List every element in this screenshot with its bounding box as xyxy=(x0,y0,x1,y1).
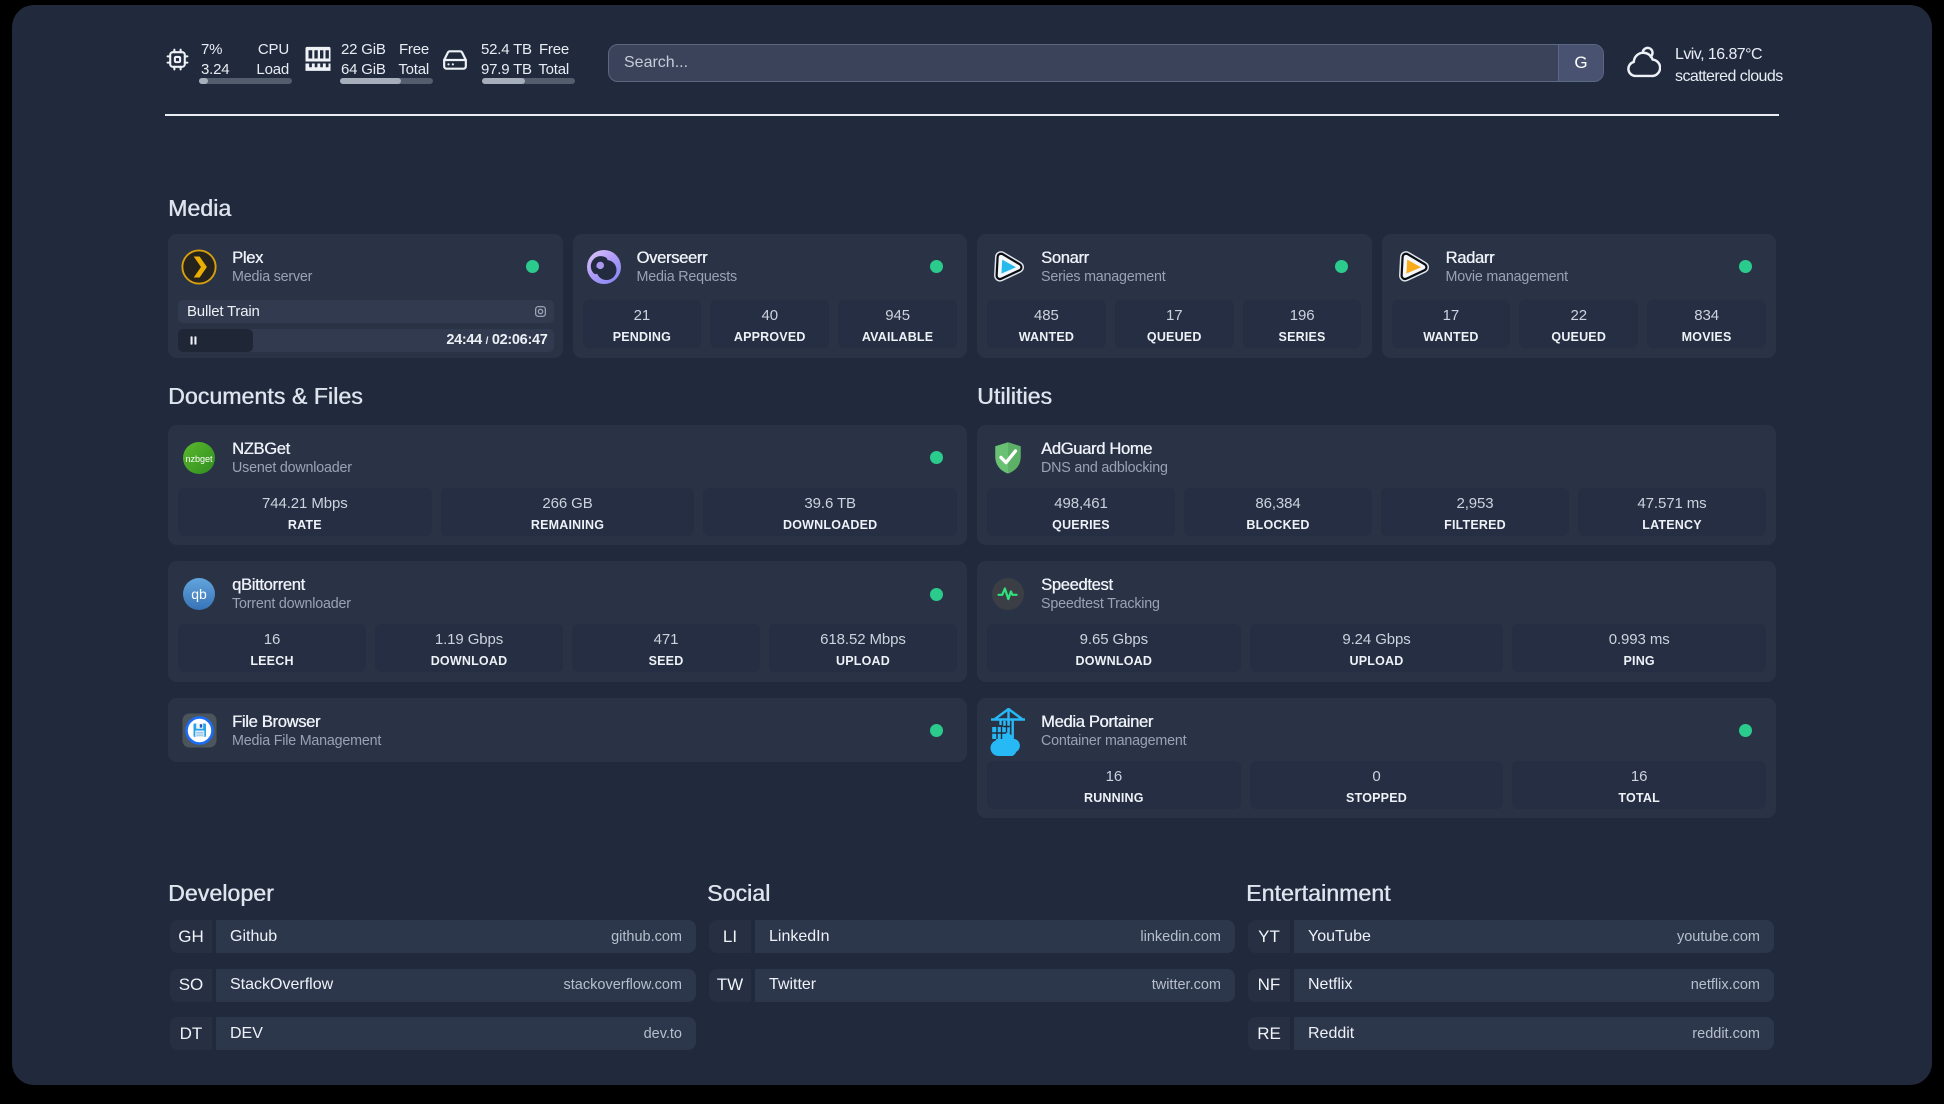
svg-text:nzbget: nzbget xyxy=(185,454,213,464)
svg-text:qb: qb xyxy=(191,586,207,602)
